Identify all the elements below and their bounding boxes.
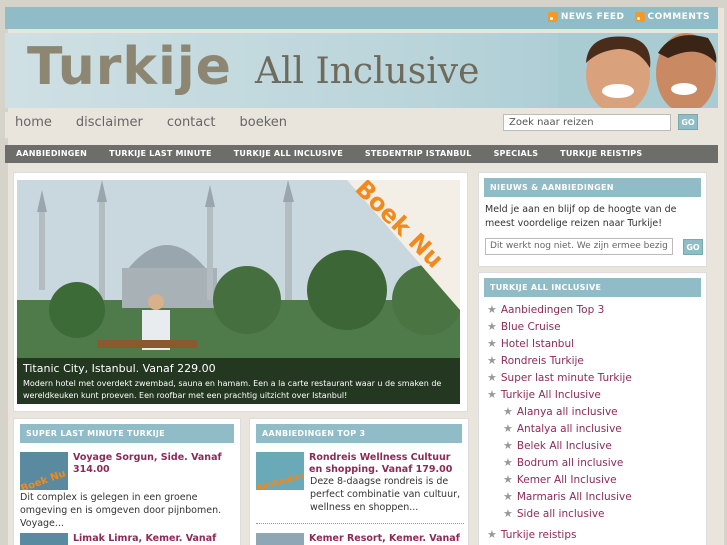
cat-stedentrip[interactable]: STEDENTRIP ISTANBUL [354, 145, 483, 163]
sidebar-list-heading: TURKIJE ALL INCLUSIVE [484, 278, 701, 297]
last-minute-box: SUPER LAST MINUTE TURKIJE Boek Nu Voyage… [13, 418, 241, 545]
post-excerpt-text: Deze 8-daagse rondreis is de perfect com… [310, 476, 461, 513]
post-thumbnail[interactable]: Boek Nu [20, 452, 68, 490]
logo-main[interactable]: Turkije [27, 37, 232, 97]
star-icon: ★ [503, 490, 513, 503]
top3-heading: AANBIEDINGEN TOP 3 [256, 424, 462, 443]
post-thumbnail[interactable] [256, 533, 304, 545]
post-title[interactable]: Kemer Resort, Kemer. Vanaf [309, 533, 460, 545]
comments-feed-link[interactable]: COMMENTS [634, 12, 710, 22]
list-item[interactable]: ★ Hotel Istanbul [487, 335, 698, 352]
list-item[interactable]: ★ Aanbiedingen Top 3 [487, 301, 698, 318]
nav-home[interactable]: home [15, 115, 52, 130]
post-thumbnail[interactable] [20, 533, 68, 545]
cat-specials[interactable]: SPECIALS [483, 145, 550, 163]
newsletter-go-button[interactable]: GO [683, 239, 703, 255]
list-item[interactable]: ★ Blue Cruise [487, 318, 698, 335]
list-item[interactable]: ★ Belek All Inclusive [487, 437, 698, 454]
divider [256, 523, 464, 524]
star-icon: ★ [503, 456, 513, 469]
header-couple-image [558, 33, 718, 108]
sidebar-list: ★ Aanbiedingen Top 3 ★ Blue Cruise ★ Hotel … [479, 297, 706, 545]
post-thumbnail[interactable]: Aanbieding [256, 452, 304, 490]
star-icon: ★ [503, 405, 513, 418]
featured-title[interactable]: Titanic City, Istanbul. Vanaf 229.00 [23, 362, 454, 375]
category-bar: AANBIEDINGEN TURKIJE LAST MINUTE TURKIJE… [5, 145, 718, 163]
star-icon: ★ [487, 320, 497, 333]
list-item: Boek Nu Voyage Sorgun, Side. Vanaf 314.0… [14, 448, 240, 494]
featured-caption: Titanic City, Istanbul. Vanaf 229.00 Mod… [17, 358, 460, 404]
list-item[interactable]: ★ Super last minute Turkije [487, 369, 698, 386]
list-item[interactable]: ★ Marmaris All Inclusive [487, 488, 698, 505]
cat-aanbiedingen[interactable]: AANBIEDINGEN [5, 145, 98, 163]
list-item[interactable]: ★ Alanya all inclusive [487, 403, 698, 420]
star-icon: ★ [503, 439, 513, 452]
list-item: Kemer Resort, Kemer. Vanaf [250, 529, 466, 545]
search-input[interactable]: Zoek naar reizen [503, 114, 671, 131]
featured-panel: Boek Nu Titanic City, Istanbul. Vanaf 22… [13, 172, 468, 412]
nav-disclaimer[interactable]: disclaimer [76, 115, 143, 130]
star-icon: ★ [503, 473, 513, 486]
newsletter-text: Meld je aan en blijf op de hoogte van de… [485, 204, 677, 229]
top-bar: NEWS FEED COMMENTS [5, 7, 718, 29]
nav-boeken[interactable]: boeken [240, 115, 288, 130]
star-icon: ★ [487, 528, 497, 541]
post-title[interactable]: Limak Limra, Kemer. Vanaf [73, 533, 216, 545]
cat-last-minute[interactable]: TURKIJE LAST MINUTE [98, 145, 223, 163]
nav-contact[interactable]: contact [167, 115, 216, 130]
list-item[interactable]: ★ Side all inclusive [487, 505, 698, 522]
star-icon: ★ [487, 388, 497, 401]
list-item[interactable]: ★ Turkije All Inclusive [487, 386, 698, 403]
top3-box: AANBIEDINGEN TOP 3 Aanbieding Rondreis W… [249, 418, 469, 545]
newsletter-box: NIEUWS & AANBIEDINGEN Meld je aan en bli… [478, 172, 707, 267]
sidebar-list-box: TURKIJE ALL INCLUSIVE ★ Aanbiedingen Top … [478, 272, 707, 545]
rss-icon [634, 12, 645, 22]
post-excerpt-text: Dit complex is gelegen in een groene omg… [20, 492, 222, 529]
post-title[interactable]: Voyage Sorgun, Side. Vanaf 314.00 [73, 452, 234, 490]
star-icon: ★ [503, 422, 513, 435]
list-item: Limak Limra, Kemer. Vanaf [14, 529, 222, 545]
list-item[interactable]: ★ Turkije reistips [487, 526, 698, 543]
list-item[interactable]: ★ Bodrum all inclusive [487, 454, 698, 471]
star-icon: ★ [487, 371, 497, 384]
last-minute-heading: SUPER LAST MINUTE TURKIJE [20, 424, 234, 443]
site-header: Turkije All Inclusive [5, 33, 718, 108]
rss-icon [547, 12, 558, 22]
star-icon: ★ [487, 337, 497, 350]
star-icon: ★ [487, 354, 497, 367]
search-go-button[interactable]: GO [678, 114, 698, 130]
list-item[interactable]: ★ Rondreis Turkije [487, 352, 698, 369]
newsletter-heading: NIEUWS & AANBIEDINGEN [484, 178, 701, 197]
news-feed-link[interactable]: NEWS FEED [547, 12, 625, 22]
featured-desc: Modern hotel met overdekt zwembad, sauna… [23, 379, 442, 400]
main-nav: home disclaimer contact boeken Zoek naar… [5, 112, 718, 138]
cat-all-inclusive[interactable]: TURKIJE ALL INCLUSIVE [223, 145, 354, 163]
logo-sub[interactable]: All Inclusive [255, 51, 479, 92]
star-icon: ★ [487, 303, 497, 316]
featured-slide[interactable]: Boek Nu Titanic City, Istanbul. Vanaf 22… [17, 180, 460, 404]
list-item[interactable]: ★ Kemer All Inclusive [487, 471, 698, 488]
cat-reistips[interactable]: TURKIJE REISTIPS [549, 145, 653, 163]
list-item[interactable]: ★ Antalya all inclusive [487, 420, 698, 437]
newsletter-email-input[interactable]: Dit werkt nog niet. We zijn ermee bezig [485, 238, 673, 255]
star-icon: ★ [503, 507, 513, 520]
